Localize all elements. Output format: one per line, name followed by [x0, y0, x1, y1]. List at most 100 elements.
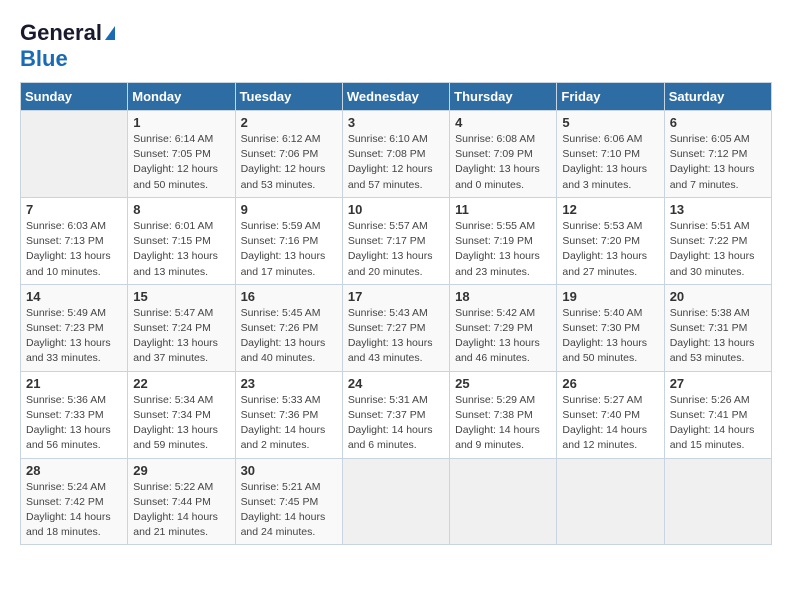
- cell-sun-info: Sunrise: 5:49 AMSunset: 7:23 PMDaylight:…: [26, 306, 122, 367]
- calendar-cell: 8Sunrise: 6:01 AMSunset: 7:15 PMDaylight…: [128, 197, 235, 284]
- cell-day-number: 15: [133, 289, 229, 304]
- calendar-cell: 21 Sunrise: 5:36 AMSunset: 7:33 PMDayligh…: [21, 371, 128, 458]
- logo: General Blue: [20, 20, 115, 72]
- cell-sun-info: Sunrise: 6:03 AMSunset: 7:13 PMDaylight:…: [26, 219, 122, 280]
- cell-sun-info: Sunrise: 6:10 AMSunset: 7:08 PMDaylight:…: [348, 132, 444, 193]
- calendar-cell: 13 Sunrise: 5:51 AMSunset: 7:22 PMDayligh…: [664, 197, 771, 284]
- cell-day-number: 14: [26, 289, 122, 304]
- col-wednesday: Wednesday: [342, 83, 449, 111]
- cell-day-number: 27: [670, 376, 766, 391]
- col-saturday: Saturday: [664, 83, 771, 111]
- cell-sun-info: Sunrise: 5:27 AMSunset: 7:40 PMDaylight:…: [562, 393, 658, 454]
- cell-sun-info: Sunrise: 6:06 AMSunset: 7:10 PMDaylight:…: [562, 132, 658, 193]
- calendar-week-1: 1Sunrise: 6:14 AMSunset: 7:05 PMDaylight…: [21, 111, 772, 198]
- calendar-cell: 2 Sunrise: 6:12 AMSunset: 7:06 PMDaylight…: [235, 111, 342, 198]
- cell-sun-info: Sunrise: 5:22 AMSunset: 7:44 PMDaylight:…: [133, 480, 229, 541]
- cell-day-number: 24: [348, 376, 444, 391]
- cell-day-number: 29: [133, 463, 229, 478]
- calendar-cell: 7 Sunrise: 6:03 AMSunset: 7:13 PMDaylight…: [21, 197, 128, 284]
- calendar-cell: 16Sunrise: 5:45 AMSunset: 7:26 PMDayligh…: [235, 284, 342, 371]
- cell-day-number: 13: [670, 202, 766, 217]
- col-thursday: Thursday: [450, 83, 557, 111]
- col-tuesday: Tuesday: [235, 83, 342, 111]
- page-header: General Blue: [20, 20, 772, 72]
- cell-day-number: 19: [562, 289, 658, 304]
- cell-sun-info: Sunrise: 5:51 AMSunset: 7:22 PMDaylight:…: [670, 219, 766, 280]
- cell-day-number: 30: [241, 463, 337, 478]
- calendar-cell: 11 Sunrise: 5:55 AMSunset: 7:19 PMDayligh…: [450, 197, 557, 284]
- cell-day-number: 5: [562, 115, 658, 130]
- calendar-cell: [21, 111, 128, 198]
- cell-sun-info: Sunrise: 6:14 AMSunset: 7:05 PMDaylight:…: [133, 132, 229, 193]
- cell-day-number: 2: [241, 115, 337, 130]
- calendar-cell: 20 Sunrise: 5:38 AMSunset: 7:31 PMDayligh…: [664, 284, 771, 371]
- calendar-cell: [664, 458, 771, 545]
- cell-sun-info: Sunrise: 5:55 AMSunset: 7:19 PMDaylight:…: [455, 219, 551, 280]
- calendar-cell: 29 Sunrise: 5:22 AMSunset: 7:44 PMDayligh…: [128, 458, 235, 545]
- calendar-cell: 30 Sunrise: 5:21 AMSunset: 7:45 PMDayligh…: [235, 458, 342, 545]
- cell-sun-info: Sunrise: 5:33 AMSunset: 7:36 PMDaylight:…: [241, 393, 337, 454]
- calendar-cell: [450, 458, 557, 545]
- cell-day-number: 10: [348, 202, 444, 217]
- cell-day-number: 3: [348, 115, 444, 130]
- cell-day-number: 12: [562, 202, 658, 217]
- cell-sun-info: Sunrise: 5:43 AMSunset: 7:27 PMDaylight:…: [348, 306, 444, 367]
- cell-day-number: 11: [455, 202, 551, 217]
- calendar-cell: 15Sunrise: 5:47 AMSunset: 7:24 PMDayligh…: [128, 284, 235, 371]
- cell-sun-info: Sunrise: 6:05 AMSunset: 7:12 PMDaylight:…: [670, 132, 766, 193]
- calendar-cell: 28Sunrise: 5:24 AMSunset: 7:42 PMDayligh…: [21, 458, 128, 545]
- cell-day-number: 22: [133, 376, 229, 391]
- cell-day-number: 9: [241, 202, 337, 217]
- calendar-cell: 4 Sunrise: 6:08 AMSunset: 7:09 PMDaylight…: [450, 111, 557, 198]
- calendar-cell: 6 Sunrise: 6:05 AMSunset: 7:12 PMDaylight…: [664, 111, 771, 198]
- logo-general-text: General: [20, 20, 102, 46]
- cell-sun-info: Sunrise: 5:40 AMSunset: 7:30 PMDaylight:…: [562, 306, 658, 367]
- cell-sun-info: Sunrise: 5:53 AMSunset: 7:20 PMDaylight:…: [562, 219, 658, 280]
- cell-day-number: 17: [348, 289, 444, 304]
- col-monday: Monday: [128, 83, 235, 111]
- calendar-week-5: 28Sunrise: 5:24 AMSunset: 7:42 PMDayligh…: [21, 458, 772, 545]
- cell-sun-info: Sunrise: 5:36 AMSunset: 7:33 PMDaylight:…: [26, 393, 122, 454]
- cell-day-number: 7: [26, 202, 122, 217]
- cell-sun-info: Sunrise: 6:12 AMSunset: 7:06 PMDaylight:…: [241, 132, 337, 193]
- cell-sun-info: Sunrise: 6:01 AMSunset: 7:15 PMDaylight:…: [133, 219, 229, 280]
- calendar-cell: 17 Sunrise: 5:43 AMSunset: 7:27 PMDayligh…: [342, 284, 449, 371]
- calendar-cell: 5 Sunrise: 6:06 AMSunset: 7:10 PMDaylight…: [557, 111, 664, 198]
- calendar-cell: 18 Sunrise: 5:42 AMSunset: 7:29 PMDayligh…: [450, 284, 557, 371]
- calendar-cell: 12 Sunrise: 5:53 AMSunset: 7:20 PMDayligh…: [557, 197, 664, 284]
- cell-sun-info: Sunrise: 6:08 AMSunset: 7:09 PMDaylight:…: [455, 132, 551, 193]
- cell-day-number: 25: [455, 376, 551, 391]
- cell-sun-info: Sunrise: 5:34 AMSunset: 7:34 PMDaylight:…: [133, 393, 229, 454]
- cell-sun-info: Sunrise: 5:59 AMSunset: 7:16 PMDaylight:…: [241, 219, 337, 280]
- calendar-cell: 23 Sunrise: 5:33 AMSunset: 7:36 PMDayligh…: [235, 371, 342, 458]
- cell-sun-info: Sunrise: 5:57 AMSunset: 7:17 PMDaylight:…: [348, 219, 444, 280]
- calendar-cell: 24 Sunrise: 5:31 AMSunset: 7:37 PMDayligh…: [342, 371, 449, 458]
- cell-sun-info: Sunrise: 5:42 AMSunset: 7:29 PMDaylight:…: [455, 306, 551, 367]
- col-sunday: Sunday: [21, 83, 128, 111]
- col-friday: Friday: [557, 83, 664, 111]
- calendar-cell: 25 Sunrise: 5:29 AMSunset: 7:38 PMDayligh…: [450, 371, 557, 458]
- cell-day-number: 20: [670, 289, 766, 304]
- cell-sun-info: Sunrise: 5:45 AMSunset: 7:26 PMDaylight:…: [241, 306, 337, 367]
- cell-day-number: 18: [455, 289, 551, 304]
- calendar-cell: 10 Sunrise: 5:57 AMSunset: 7:17 PMDayligh…: [342, 197, 449, 284]
- cell-sun-info: Sunrise: 5:26 AMSunset: 7:41 PMDaylight:…: [670, 393, 766, 454]
- calendar-header-row: Sunday Monday Tuesday Wednesday Thursday…: [21, 83, 772, 111]
- cell-day-number: 4: [455, 115, 551, 130]
- cell-sun-info: Sunrise: 5:31 AMSunset: 7:37 PMDaylight:…: [348, 393, 444, 454]
- cell-sun-info: Sunrise: 5:38 AMSunset: 7:31 PMDaylight:…: [670, 306, 766, 367]
- calendar-week-3: 14 Sunrise: 5:49 AMSunset: 7:23 PMDayligh…: [21, 284, 772, 371]
- cell-day-number: 21: [26, 376, 122, 391]
- cell-sun-info: Sunrise: 5:21 AMSunset: 7:45 PMDaylight:…: [241, 480, 337, 541]
- calendar-cell: 1Sunrise: 6:14 AMSunset: 7:05 PMDaylight…: [128, 111, 235, 198]
- calendar-cell: 9 Sunrise: 5:59 AMSunset: 7:16 PMDaylight…: [235, 197, 342, 284]
- logo-blue-text: Blue: [20, 46, 68, 71]
- calendar-cell: 19 Sunrise: 5:40 AMSunset: 7:30 PMDayligh…: [557, 284, 664, 371]
- calendar-cell: [557, 458, 664, 545]
- cell-day-number: 26: [562, 376, 658, 391]
- cell-day-number: 6: [670, 115, 766, 130]
- calendar-cell: 3 Sunrise: 6:10 AMSunset: 7:08 PMDaylight…: [342, 111, 449, 198]
- cell-day-number: 23: [241, 376, 337, 391]
- calendar-cell: 22 Sunrise: 5:34 AMSunset: 7:34 PMDayligh…: [128, 371, 235, 458]
- cell-sun-info: Sunrise: 5:29 AMSunset: 7:38 PMDaylight:…: [455, 393, 551, 454]
